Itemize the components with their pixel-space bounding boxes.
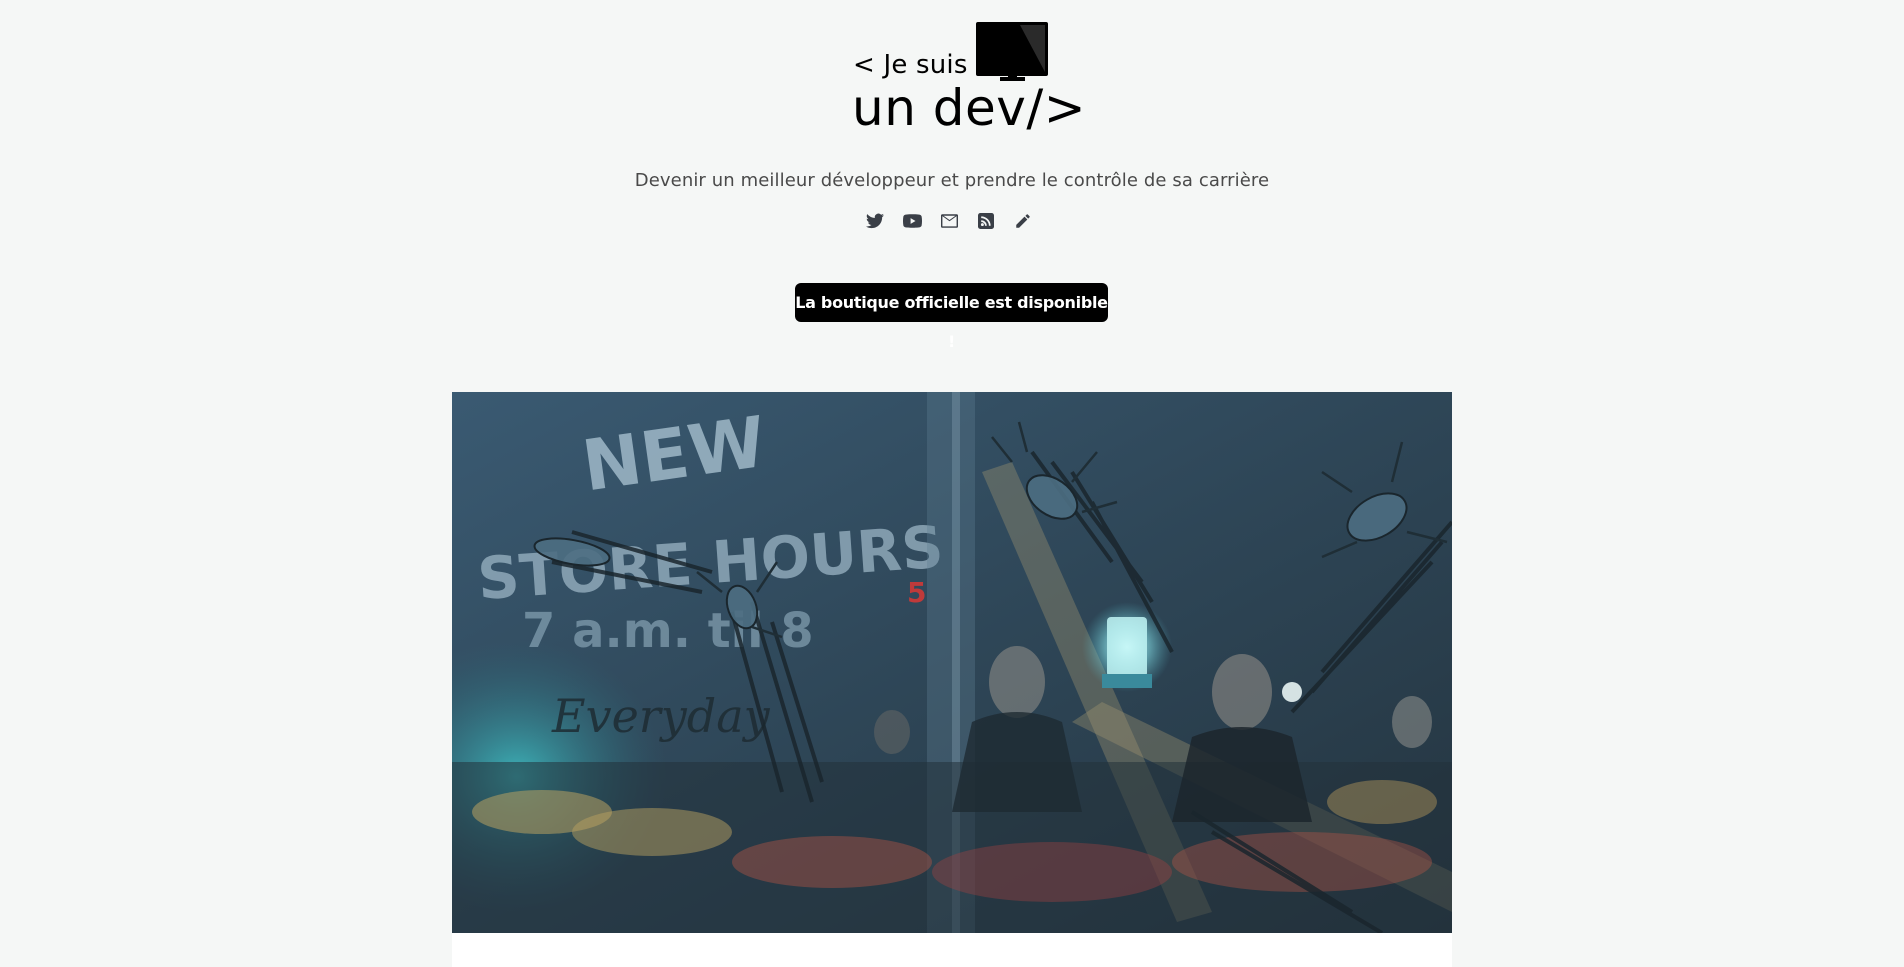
pencil-icon (1016, 214, 1030, 228)
rss-link[interactable] (975, 210, 997, 232)
hero-illustration: NEW STORE HOURS 7 a.m. til 8 Everyday 5 (452, 392, 1452, 933)
shop-button[interactable]: La boutique officielle est disponible ! (795, 283, 1108, 351)
sign-everyday: Everyday (551, 689, 771, 743)
logo-text-line1: < Je suis (853, 50, 968, 80)
article-card (452, 933, 1452, 967)
monitor-icon (976, 22, 1048, 81)
youtube-icon (902, 214, 922, 228)
rss-icon (978, 213, 994, 229)
sign-hours: 7 a.m. til 8 (522, 603, 814, 659)
youtube-link[interactable] (901, 210, 923, 232)
email-link[interactable] (938, 210, 960, 232)
site-tagline: Devenir un meilleur développeur et prend… (634, 170, 1270, 191)
twitter-link[interactable] (864, 210, 886, 232)
envelope-icon (940, 214, 958, 228)
blog-link[interactable] (1012, 210, 1034, 232)
site-header: < Je suis un dev/> Devenir un meilleur d… (0, 0, 1904, 390)
featured-image[interactable]: NEW STORE HOURS 7 a.m. til 8 Everyday 5 (452, 392, 1452, 933)
logo-text-line2: un dev/> (852, 79, 1087, 137)
price-tag: 5 (907, 576, 926, 609)
twitter-icon (866, 213, 884, 229)
site-logo[interactable]: < Je suis un dev/> (852, 22, 1086, 136)
social-links (864, 209, 1034, 233)
